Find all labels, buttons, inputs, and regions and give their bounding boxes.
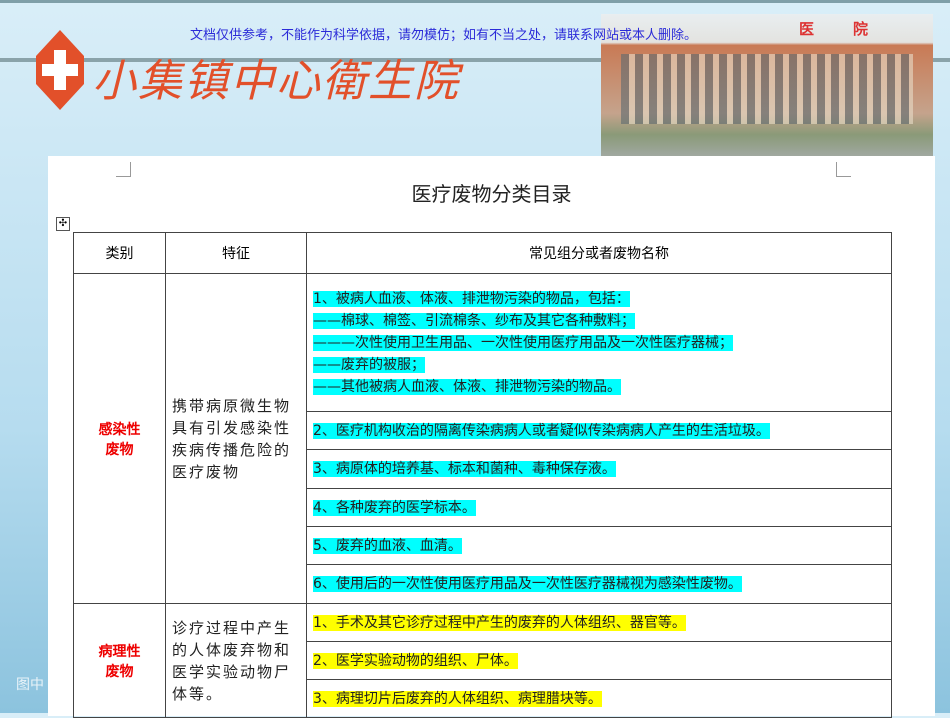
component-text: 3、病原体的培养基、标本和菌种、毒种保存液。 [313,461,616,477]
disclaimer-notice: 文档仅供参考，不能作为科学依据，请勿模仿；如有不当之处，请联系网站或本人删除。 [190,28,698,43]
category-cell: 感染性 废物 [73,273,166,604]
table-row: 感染性 废物 携带病原微生物具有引发感染性疾病传播危险的医疗废物 1、被病人血液、体液… [73,273,892,604]
table-row: 病理性 废物 诊疗过程中产生的人体废弃物和医学实验动物尸体等。 1、手术及其它诊疗过程… [73,603,892,718]
component-text: 1、被病人血液、体液、排泄物污染的物品，包括： [313,290,630,307]
category-label: 废物 [105,663,134,680]
top-border [0,0,950,3]
category-label: 废物 [105,441,134,458]
component-text: 6、使用后的一次性使用医疗用品及一次性医疗器械视为感染性废物。 [313,576,742,592]
component-cell: 4、各种废弃的医学标本。 [306,488,892,527]
feature-cell: 携带病原微生物具有引发感染性疾病传播危险的医疗废物 [165,273,307,604]
header-category: 类别 [73,232,166,274]
component-text: 3、病理切片后废弃的人体组织、病理腊块等。 [313,690,602,707]
component-text: 2、医疗机构收治的隔离传染病病人或者疑似传染病病人产生的生活垃圾。 [313,422,770,439]
component-text: ——其他被病人血液、体液、排泄物污染的物品。 [313,378,621,395]
component-text: ———次性使用卫生用品、一次性使用医疗用品及一次性医疗器械； [313,334,733,351]
component-cell: 3、病原体的培养基、标本和菌种、毒种保存液。 [306,449,892,489]
component-cell: 5、废弃的血液、血清。 [306,526,892,565]
component-cell: 6、使用后的一次性使用医疗用品及一次性医疗器械视为感染性废物。 [306,564,892,604]
document-page: 医疗废物分类目录 ✣ 类别 特征 常见组分或者废物名称 感染性 废物 携带病原微生物… [48,156,935,718]
header-components: 常见组分或者废物名称 [306,232,892,274]
component-cell: 1、被病人血液、体液、排泄物污染的物品，包括： ——棉球、棉签、引流棉条、纱布及其… [306,273,892,412]
document-title: 医疗废物分类目录 [411,182,572,206]
component-cell: 1、手术及其它诊疗过程中产生的废弃的人体组织、器官等。 [306,603,892,642]
component-cell: 3、病理切片后废弃的人体组织、病理腊块等。 [306,679,892,718]
component-text: 4、各种废弃的医学标本。 [313,499,476,516]
waste-classification-table: 类别 特征 常见组分或者废物名称 感染性 废物 携带病原微生物具有引发感染性疾病传播… [73,232,892,718]
category-label: 病理性 [98,643,141,660]
photo-sign-char: 院 [853,20,869,38]
component-text: ——废弃的被服； [313,356,425,373]
component-cell: 2、医学实验动物的组织、尸体。 [306,641,892,680]
hospital-logo-text: 小集镇中心衛生院 [92,56,460,107]
header-feature: 特征 [165,232,307,274]
photo-sign-char: 医 [799,20,815,38]
category-cell: 病理性 废物 [73,603,166,718]
component-cell: 2、医疗机构收治的隔离传染病病人或者疑似传染病病人产生的生活垃圾。 [306,411,892,450]
component-text: 5、废弃的血液、血清。 [313,537,462,554]
component-text: 1、手术及其它诊疗过程中产生的废弃的人体组织、器官等。 [313,614,686,631]
category-label: 感染性 [98,421,141,438]
table-move-handle-icon[interactable]: ✣ [56,217,70,231]
feature-cell: 诊疗过程中产生的人体废弃物和医学实验动物尸体等。 [165,603,307,718]
caption-text: 图中 [16,677,44,693]
table-header-row: 类别 特征 常见组分或者废物名称 [73,232,892,274]
red-cross-logo-icon [36,30,84,110]
component-text: ——棉球、棉签、引流棉条、纱布及其它各种敷料； [313,312,635,329]
component-text: 2、医学实验动物的组织、尸体。 [313,652,518,669]
